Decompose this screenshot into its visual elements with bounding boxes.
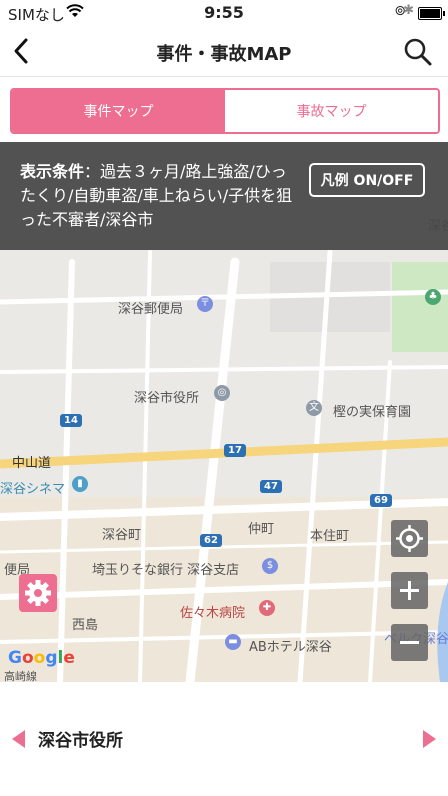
map-label-takasaki-line: 高崎線: [4, 670, 37, 682]
bank-icon: $: [262, 558, 278, 574]
route-shield: 14: [60, 414, 82, 427]
route-shield: 69: [370, 494, 392, 507]
route-shield: 62: [200, 534, 222, 547]
selected-place-name: 深谷市役所: [38, 731, 123, 751]
crime-map[interactable]: 深谷郵便局 〒 深谷市役所 ◎ 文 樫の実保育園 中山道 ▮ 深谷シネマ 深谷町…: [0, 142, 448, 682]
previous-place-button[interactable]: [12, 730, 25, 748]
park-icon: ♣: [425, 289, 441, 305]
map-label-cinema: 深谷シネマ: [0, 482, 66, 497]
tab-accidents-map[interactable]: 事故マップ: [225, 90, 438, 132]
status-bar: SIMなし 9:55 ⊚ ✱: [0, 0, 448, 26]
place-selector: 深谷市役所: [0, 682, 448, 796]
map-label-city-hall: 深谷市役所: [134, 391, 200, 406]
route-shield: 17: [224, 444, 246, 457]
next-place-button[interactable]: [423, 730, 436, 748]
current-location-button[interactable]: [391, 520, 428, 557]
map-label-naka-machi: 仲町: [248, 522, 275, 537]
map-label-nursery: 樫の実保育園: [333, 405, 412, 420]
map-label-honsumi-machi: 本住町: [310, 529, 350, 544]
conditions-label: 表示条件: [20, 162, 85, 181]
school-icon: 文: [306, 400, 322, 416]
map-label-hotel: ABホテル深谷: [249, 640, 332, 655]
map-label-post-office: 深谷郵便局: [118, 302, 184, 317]
map-type-segment: 事件マップ 事故マップ: [10, 88, 440, 134]
map-label-nakasendo: 中山道: [12, 456, 52, 471]
zoom-out-button[interactable]: [391, 624, 428, 661]
hotel-icon: ▬: [225, 634, 241, 650]
google-logo: Google: [8, 648, 75, 668]
map-label-bank: 埼玉りそな銀行 深谷支店: [92, 563, 240, 578]
route-shield: 47: [260, 480, 282, 493]
tab-incidents-map[interactable]: 事件マップ: [12, 90, 225, 132]
battery-icon: [418, 7, 445, 20]
bluetooth-icon: ✱: [403, 3, 414, 18]
settings-gear-icon[interactable]: [19, 574, 57, 612]
map-label-fukaya-machi: 深谷町: [102, 528, 142, 543]
display-conditions-text: 表示条件：過去３ヶ月/路上強盗/ひったくり/自動車盗/車上ねらい/子供を狙った不…: [20, 160, 300, 232]
map-label-hospital: 佐々木病院: [180, 606, 246, 621]
post-office-icon: 〒: [197, 296, 213, 312]
legend-toggle-button[interactable]: 凡例 ON/OFF: [309, 163, 425, 197]
hospital-icon: ✚: [259, 600, 275, 616]
search-icon[interactable]: [402, 36, 434, 68]
status-time: 9:55: [204, 3, 244, 22]
navigation-bar: 事件・事故MAP: [0, 26, 448, 77]
display-conditions-panel: 表示条件：過去３ヶ月/路上強盗/ひったくり/自動車盗/車上ねらい/子供を狙った不…: [0, 142, 448, 250]
zoom-in-button[interactable]: [391, 572, 428, 609]
cinema-icon: ▮: [72, 476, 88, 492]
map-label-nishijima: 西島: [72, 618, 99, 633]
page-title: 事件・事故MAP: [156, 44, 292, 65]
city-hall-icon: ◎: [214, 385, 230, 401]
